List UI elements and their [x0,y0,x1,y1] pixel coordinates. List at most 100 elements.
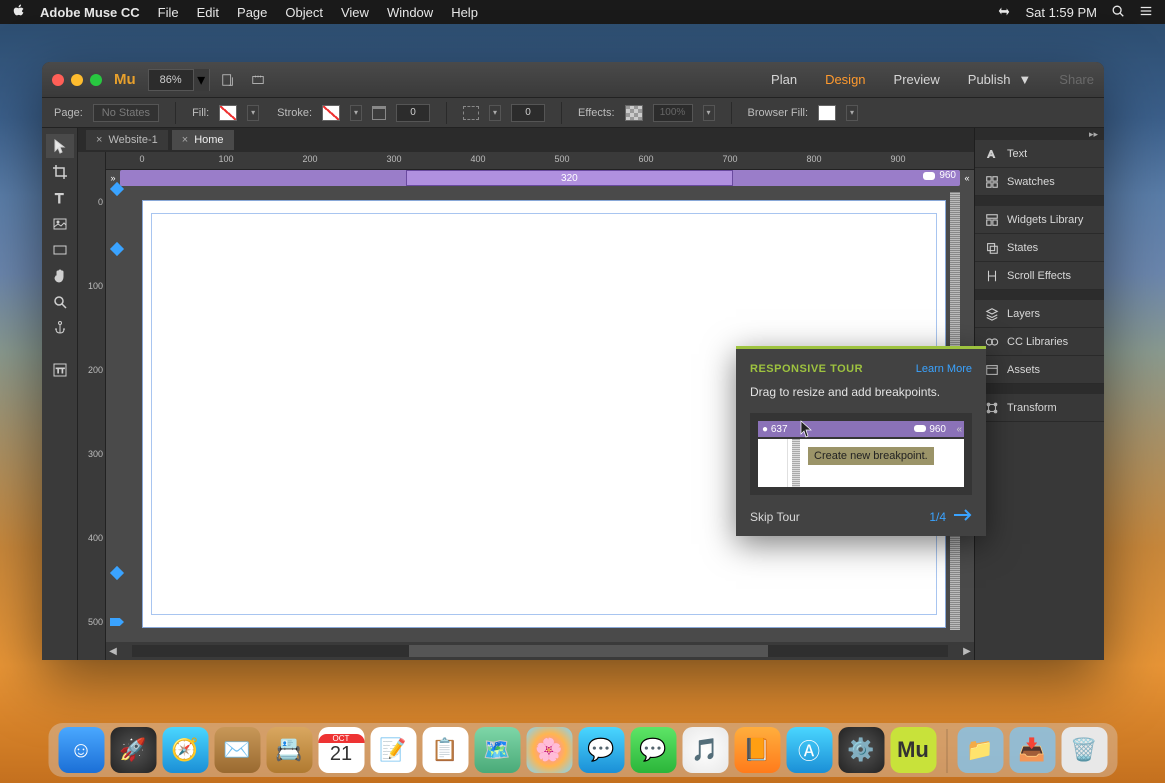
svg-text:T: T [55,190,64,206]
close-button[interactable] [52,74,64,86]
panel-cc-libraries[interactable]: CC Libraries [975,328,1104,356]
dock-notes-icon[interactable]: 📝 [370,727,416,773]
dock-trash-icon[interactable]: 🗑️ [1061,727,1107,773]
chevron-down-icon[interactable]: ▾ [193,69,209,91]
panel-assets[interactable]: Assets [975,356,1104,384]
stroke-swatch[interactable] [322,105,340,121]
dock-preferences-icon[interactable]: ⚙️ [838,727,884,773]
scroll-right-icon[interactable]: ▶ [960,646,974,657]
close-icon[interactable]: × [182,134,188,146]
menu-object[interactable]: Object [285,5,323,20]
rectangle-tool[interactable] [46,238,74,262]
guide-handle[interactable] [110,566,124,580]
horizontal-ruler: 0 100 200 300 400 500 600 700 800 900 [106,152,974,170]
mode-preview[interactable]: Preview [894,72,940,87]
dock-calendar-icon[interactable]: OCT21 [318,727,364,773]
dock-mail-icon[interactable]: ✉️ [214,727,260,773]
panel-widgets[interactable]: Widgets Library [975,206,1104,234]
tab-website1[interactable]: ×Website-1 [86,130,168,150]
dock-maps-icon[interactable]: 🗺️ [474,727,520,773]
menu-file[interactable]: File [158,5,179,20]
mode-plan[interactable]: Plan [771,72,797,87]
panel-transform[interactable]: Transform [975,394,1104,422]
crop-tool[interactable] [46,160,74,184]
skip-tour-link[interactable]: Skip Tour [750,510,800,524]
panel-states[interactable]: States [975,234,1104,262]
menu-help[interactable]: Help [451,5,478,20]
scroll-left-icon[interactable]: ◀ [106,646,120,657]
next-arrow-icon[interactable] [954,509,972,524]
zoom-tool[interactable] [46,290,74,314]
zoom-value[interactable] [149,74,193,86]
chevron-left-icon[interactable]: « [962,170,972,186]
stroke-weight-icon[interactable] [372,106,386,120]
panel-text[interactable]: AText [975,140,1104,168]
apple-icon[interactable] [12,4,26,21]
dock-itunes-icon[interactable]: 🎵 [682,727,728,773]
mode-design[interactable]: Design [825,72,865,87]
dock-safari-icon[interactable]: 🧭 [162,727,208,773]
dock-reminders-icon[interactable]: 📋 [422,727,468,773]
zoom-button[interactable] [90,74,102,86]
hand-tool[interactable] [46,264,74,288]
anchor-tool[interactable] [46,316,74,340]
text-tool[interactable]: T [46,186,74,210]
chevron-down-icon[interactable]: ▾ [350,105,362,121]
guide-handle[interactable] [110,242,124,256]
dock-messages-icon[interactable]: 💬 [578,727,624,773]
dock-photos-icon[interactable]: 🌸 [526,727,572,773]
fill-swatch[interactable] [219,105,237,121]
dock-finder-icon[interactable]: ☺ [58,727,104,773]
effects-swatch[interactable] [625,105,643,121]
dock-downloads-icon[interactable]: 📥 [1009,727,1055,773]
panel-layers[interactable]: Layers [975,300,1104,328]
panel-collapse-icon[interactable]: ▸▸ [975,128,1104,140]
sync-icon[interactable] [997,4,1011,21]
horizontal-scrollbar[interactable]: ◀ ▶ [106,642,974,660]
effects-opacity[interactable] [653,104,693,122]
breakpoint-bar[interactable]: » 320 960 « [120,170,960,188]
demo-bp-637: ● 637 [762,424,788,435]
dock-appstore-icon[interactable]: Ⓐ [786,727,832,773]
panel-scroll-effects[interactable]: Scroll Effects [975,262,1104,290]
spotlight-icon[interactable] [1111,4,1125,21]
corner-radius-input[interactable] [511,104,545,122]
text-format-tool[interactable]: TT [46,358,74,382]
scroll-thumb[interactable] [409,645,768,657]
chevron-down-icon[interactable]: ▼ [1018,72,1031,87]
breakpoint-960[interactable]: 960 [923,170,956,181]
guide-handle[interactable] [110,618,124,626]
stroke-weight-input[interactable] [396,104,430,122]
chevron-down-icon[interactable]: ▾ [489,105,501,121]
dock-contacts-icon[interactable]: 📇 [266,727,312,773]
corner-icon[interactable] [463,106,479,120]
menu-icon[interactable] [1139,4,1153,21]
tab-home[interactable]: ×Home [172,130,234,150]
image-tool[interactable] [46,212,74,236]
zoom-selector[interactable]: ▾ [148,69,210,91]
dock-ibooks-icon[interactable]: 📙 [734,727,780,773]
learn-more-link[interactable]: Learn More [916,363,972,375]
panel-swatches[interactable]: Swatches [975,168,1104,196]
browser-fill-swatch[interactable] [818,105,836,121]
chevron-down-icon[interactable]: ▾ [247,105,259,121]
chevron-down-icon[interactable]: ▾ [846,105,858,121]
menu-window[interactable]: Window [387,5,433,20]
dock-facetime-icon[interactable]: 💬 [630,727,676,773]
chevron-down-icon[interactable]: ▾ [703,105,715,121]
breakpoint-320[interactable]: 320 [406,170,734,186]
minimize-button[interactable] [71,74,83,86]
arrange-icon[interactable] [246,70,270,90]
menu-page[interactable]: Page [237,5,267,20]
page-states-select[interactable]: No States [93,104,159,122]
menu-view[interactable]: View [341,5,369,20]
dock-launchpad-icon[interactable]: 🚀 [110,727,156,773]
new-doc-icon[interactable] [216,70,240,90]
menu-edit[interactable]: Edit [197,5,219,20]
selection-tool[interactable] [46,134,74,158]
mode-publish[interactable]: Publish [968,72,1011,87]
dock-muse-icon[interactable]: Mu [890,727,936,773]
close-icon[interactable]: × [96,134,102,146]
responsive-tour-popup: RESPONSIVE TOUR Learn More Drag to resiz… [736,346,986,536]
dock-apps-folder-icon[interactable]: 📁 [957,727,1003,773]
